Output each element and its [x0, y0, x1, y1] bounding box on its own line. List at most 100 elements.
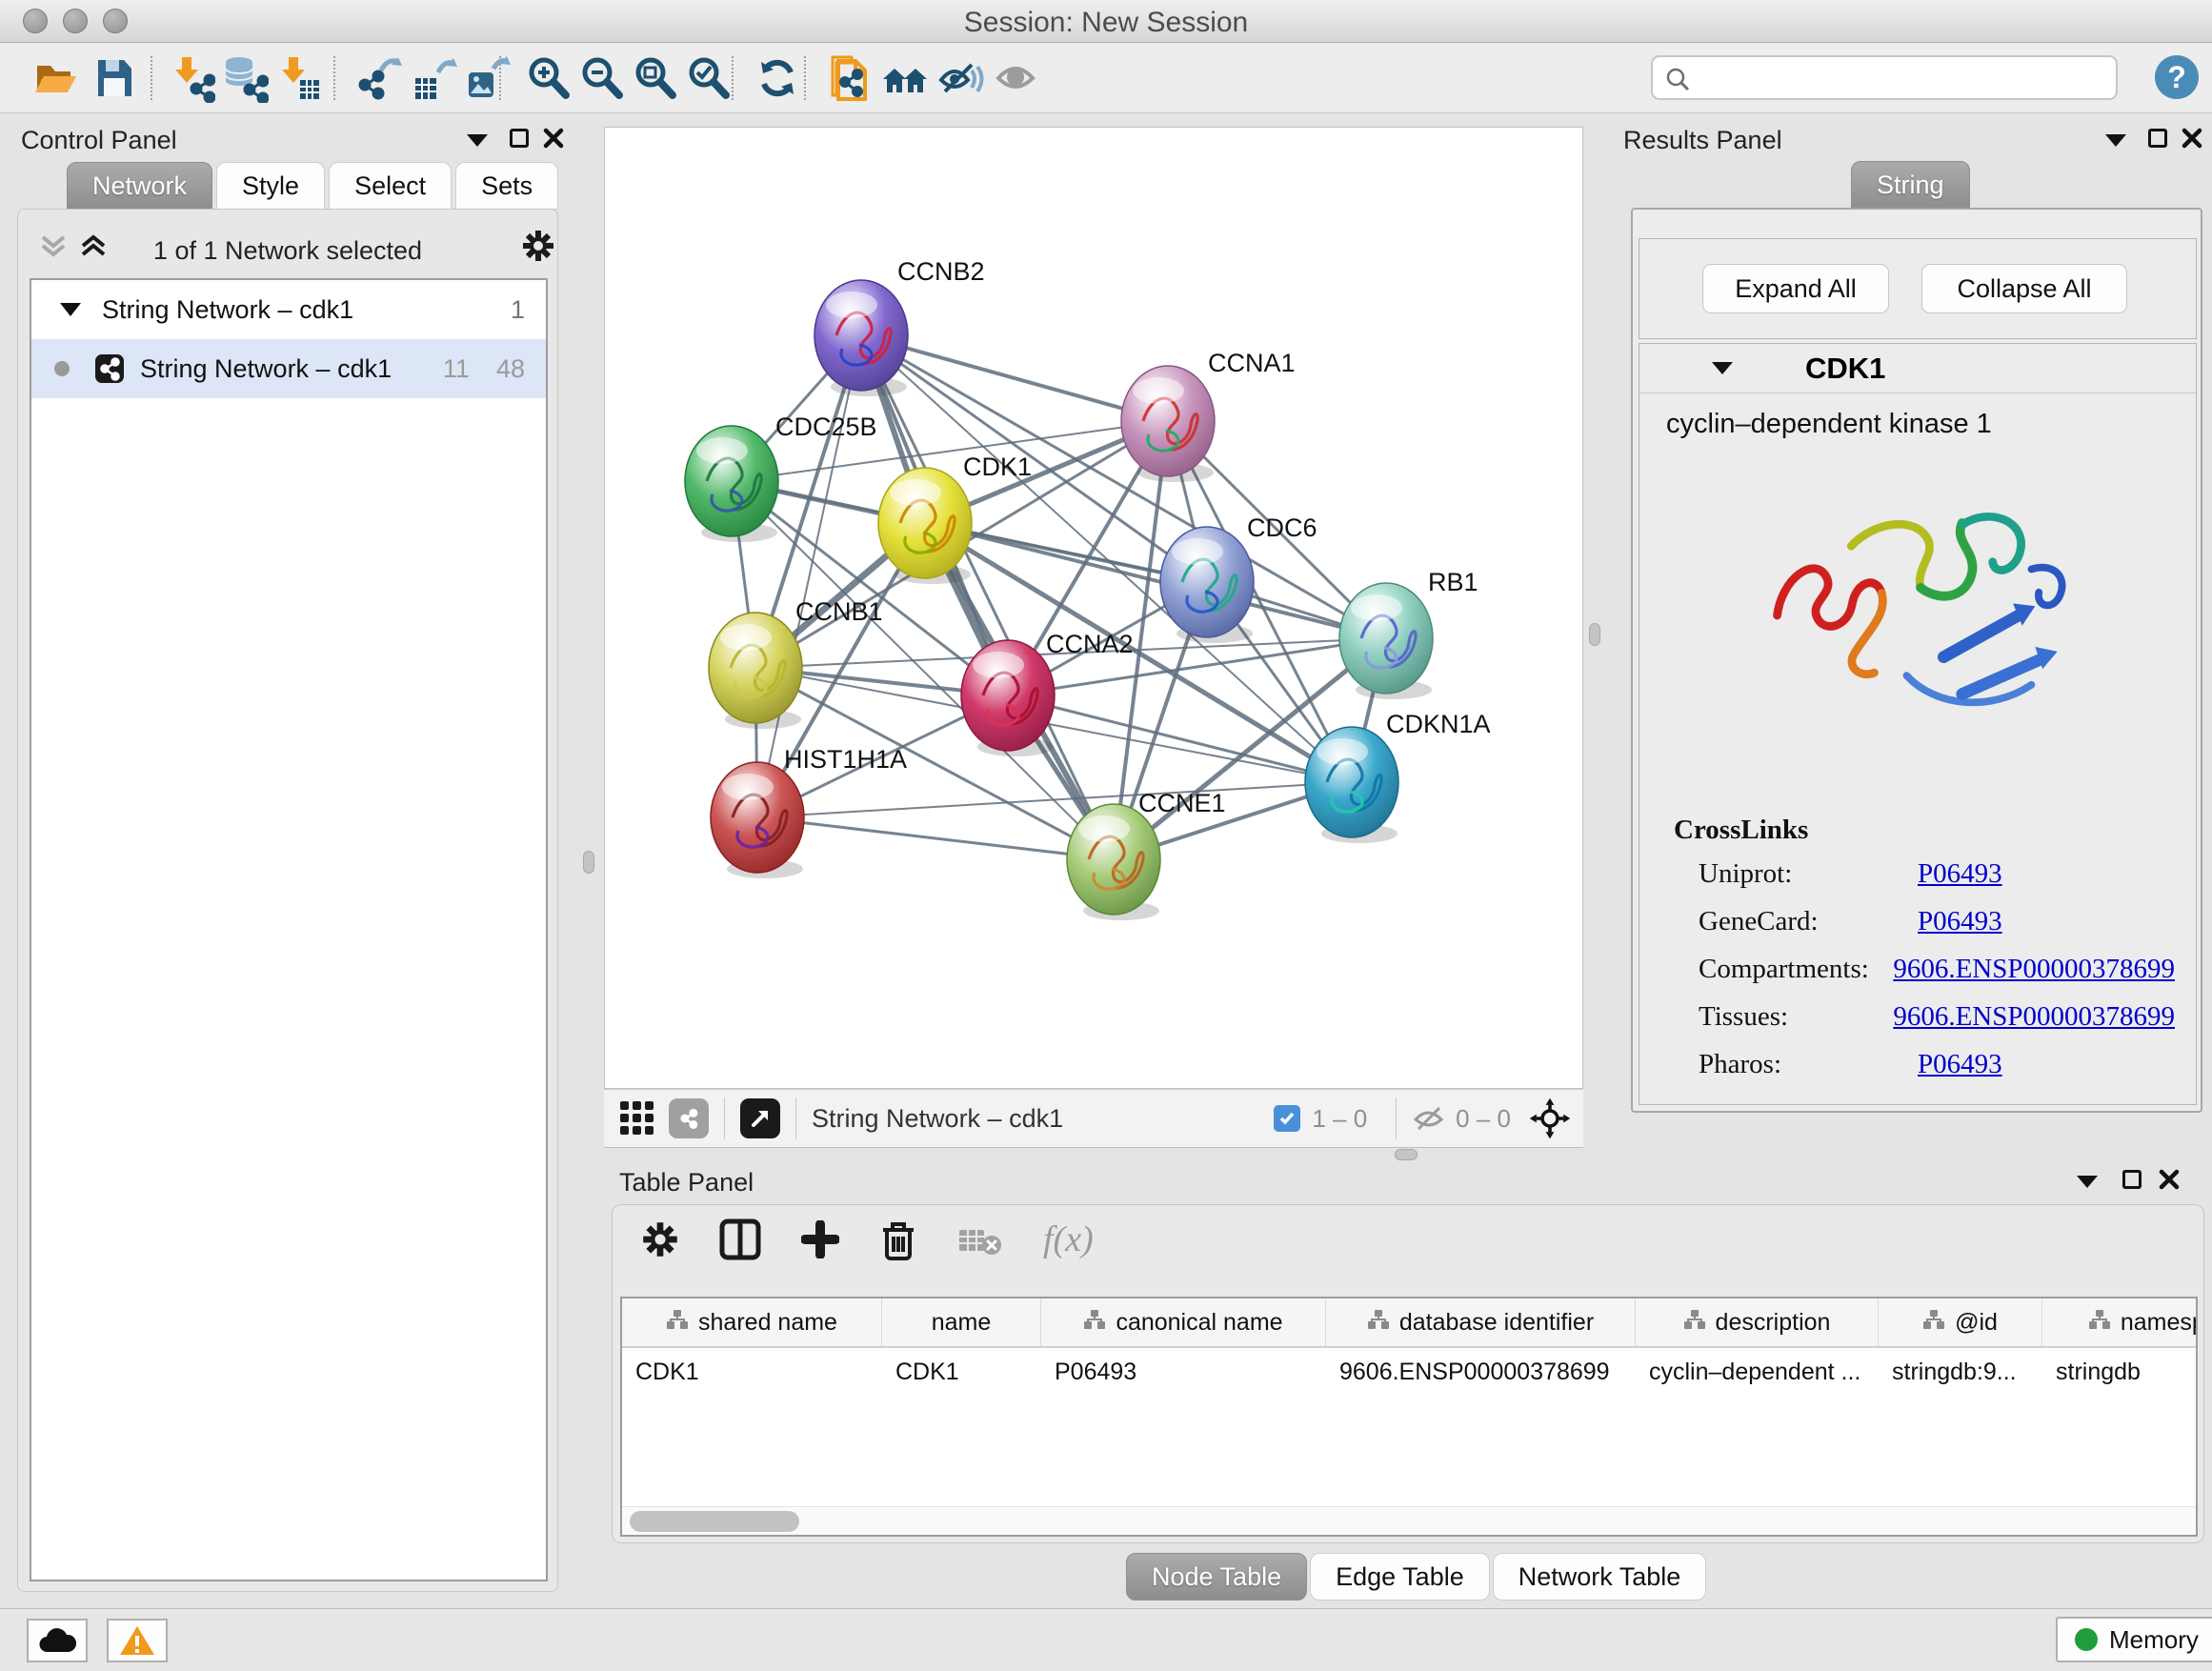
panel-float-icon[interactable] [2122, 1170, 2142, 1189]
edge-HIST1H1A-CCNE1[interactable] [757, 817, 1114, 859]
selected-count-checkbox[interactable] [1274, 1105, 1300, 1132]
panel-float-icon[interactable] [510, 129, 529, 148]
crosslink-link[interactable]: 9606.ENSP00000378699 [1893, 954, 2175, 985]
node-RB1[interactable]: RB1 [1339, 568, 1478, 699]
node-CDKN1A[interactable]: CDKN1A [1305, 710, 1491, 843]
tab-string[interactable]: String [1851, 161, 1970, 209]
crosslink-link[interactable]: 9606.ENSP00000378699 [1893, 1001, 2175, 1033]
network-options-gear-icon[interactable] [521, 229, 555, 263]
column-type-icon [1083, 1309, 1106, 1337]
panel-close-icon[interactable] [2182, 128, 2202, 149]
table-row[interactable]: CDK1CDK1P064939606.ENSP00000378699cyclin… [622, 1348, 2198, 1396]
tab-style[interactable]: Style [216, 162, 325, 210]
node-CDK1[interactable]: CDK1 [878, 453, 1032, 584]
horizontal-scrollbar[interactable] [622, 1506, 2196, 1535]
import-table-icon[interactable] [271, 51, 324, 105]
collapse-all-button[interactable]: Collapse All [1921, 264, 2127, 313]
tab-network-table[interactable]: Network Table [1493, 1553, 1707, 1601]
crosslink-label: Pharos: [1699, 1049, 1918, 1080]
string-home-icon[interactable] [878, 51, 932, 105]
node-CCNB2[interactable]: CCNB2 [814, 257, 985, 396]
tab-edge-table[interactable]: Edge Table [1310, 1553, 1490, 1601]
table-cell[interactable]: cyclin–dependent ... [1636, 1348, 1879, 1396]
panel-float-icon[interactable] [2148, 129, 2167, 148]
hide-glass-eye-icon[interactable] [934, 51, 987, 105]
node-CDC25B[interactable]: CDC25B [685, 413, 877, 542]
import-network-file-icon[interactable] [164, 51, 217, 105]
panel-close-icon[interactable] [543, 128, 564, 149]
table-cell[interactable]: 9606.ENSP00000378699 [1326, 1348, 1636, 1396]
panel-close-icon[interactable] [2159, 1169, 2180, 1190]
crosslink-link[interactable]: P06493 [1918, 906, 2002, 937]
warnings-button[interactable] [107, 1619, 168, 1662]
table-cell[interactable]: stringdb [2042, 1348, 2198, 1396]
export-network-icon[interactable] [352, 51, 406, 105]
crosslink-link[interactable]: P06493 [1918, 858, 2002, 890]
panel-menu-icon[interactable] [2077, 1176, 2098, 1188]
network-collection-row[interactable]: String Network – cdk1 1 [31, 280, 546, 339]
gene-section-header[interactable]: CDK1 [1639, 344, 2196, 393]
right-splitter-handle[interactable] [1589, 623, 1600, 646]
control-panel: Control Panel Network Style Select Sets … [8, 119, 566, 1600]
edge-CCNB2-CCNE1[interactable] [861, 335, 1114, 859]
export-image-icon[interactable] [459, 51, 513, 105]
zoom-fit-icon[interactable] [629, 51, 682, 105]
zoom-selected-icon[interactable] [682, 51, 735, 105]
table-cell[interactable]: CDK1 [882, 1348, 1041, 1396]
expand-all-button[interactable]: Expand All [1702, 264, 1889, 313]
show-columns-icon[interactable] [719, 1218, 761, 1260]
tab-node-table[interactable]: Node Table [1126, 1553, 1307, 1601]
pan-crosshair-icon[interactable] [1528, 1097, 1572, 1140]
section-collapse-icon[interactable] [1712, 362, 1733, 374]
network-graph[interactable]: CCNB2CCNA1CDC25BCDK1CDC6RB1CCNB1CCNA2CDK… [605, 128, 1584, 1090]
tab-network[interactable]: Network [67, 162, 212, 210]
column-label: namespace [2121, 1309, 2198, 1337]
memory-label: Memory [2109, 1625, 2199, 1655]
column-header-namespace[interactable]: namespace [2042, 1299, 2198, 1346]
left-splitter-handle[interactable] [583, 851, 594, 874]
column-header-canonical-name[interactable]: canonical name [1041, 1299, 1326, 1346]
tree-expander-icon[interactable] [60, 303, 81, 316]
network-canvas[interactable]: CCNB2CCNA1CDC25BCDK1CDC6RB1CCNB1CCNA2CDK… [604, 127, 1583, 1089]
network-view-icon[interactable] [669, 1098, 709, 1138]
export-table-icon[interactable] [406, 51, 459, 105]
column-header-database-identifier[interactable]: database identifier [1326, 1299, 1636, 1346]
automation-cloud-button[interactable] [27, 1619, 88, 1662]
new-network-from-selection-icon[interactable] [823, 51, 876, 105]
column-header-name[interactable]: name [882, 1299, 1041, 1346]
column-header--id[interactable]: @id [1879, 1299, 2042, 1346]
tab-select[interactable]: Select [329, 162, 452, 210]
birds-eye-view-icon[interactable] [740, 1098, 780, 1138]
panel-menu-icon[interactable] [2105, 134, 2126, 147]
bottom-splitter-handle[interactable] [1395, 1149, 1418, 1160]
cloud-icon [38, 1627, 76, 1654]
search-input[interactable] [1651, 55, 2118, 100]
table-options-gear-icon[interactable] [641, 1220, 679, 1258]
zoom-out-icon[interactable] [575, 51, 629, 105]
node-HIST1H1A[interactable]: HIST1H1A [711, 745, 907, 878]
show-eye-icon[interactable] [989, 51, 1042, 105]
table-cell[interactable]: P06493 [1041, 1348, 1326, 1396]
table-cell[interactable]: CDK1 [622, 1348, 882, 1396]
save-session-icon[interactable] [88, 51, 141, 105]
refresh-layout-icon[interactable] [751, 51, 804, 105]
network-edge-count: 48 [496, 354, 525, 384]
help-button[interactable]: ? [2155, 55, 2199, 99]
create-column-plus-icon[interactable] [801, 1220, 839, 1258]
tab-sets[interactable]: Sets [455, 162, 558, 210]
delete-column-trash-icon[interactable] [879, 1218, 917, 1260]
scrollbar-thumb[interactable] [630, 1511, 799, 1532]
column-header-description[interactable]: description [1636, 1299, 1879, 1346]
table-cell[interactable]: stringdb:9... [1879, 1348, 2042, 1396]
panel-menu-icon[interactable] [467, 134, 488, 147]
crosslink-link[interactable]: P06493 [1918, 1049, 2002, 1080]
node-CDC6[interactable]: CDC6 [1160, 513, 1317, 643]
import-network-database-icon[interactable] [217, 51, 271, 105]
string-results-container: Expand All Collapse All CDK1 cyclin–depe… [1631, 208, 2202, 1113]
grid-view-icon[interactable] [619, 1100, 655, 1137]
memory-button[interactable]: Memory [2056, 1617, 2212, 1662]
network-row-selected[interactable]: String Network – cdk1 11 48 [31, 339, 546, 398]
zoom-in-icon[interactable] [522, 51, 575, 105]
column-header-shared-name[interactable]: shared name [622, 1299, 882, 1346]
open-file-icon[interactable] [29, 51, 82, 105]
